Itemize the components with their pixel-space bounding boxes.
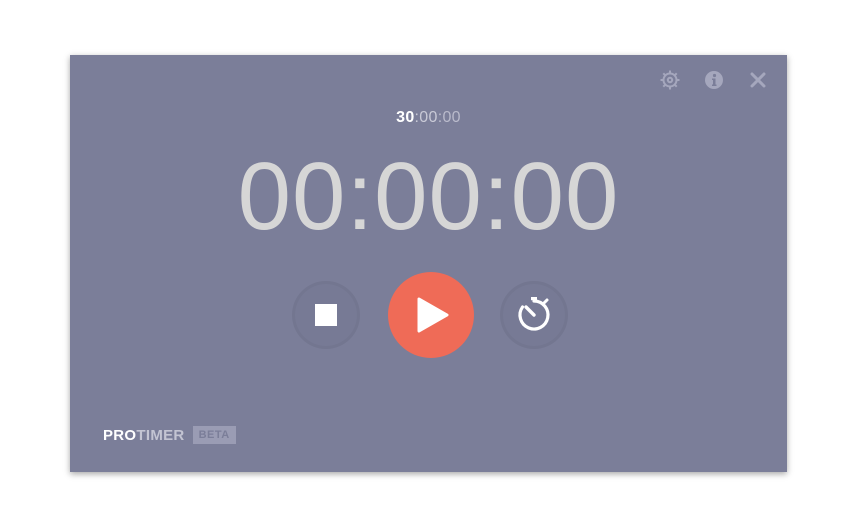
timer-window: 30:00:00 00:00:00 PROTIMER BETA bbox=[70, 55, 787, 472]
preset-duration[interactable]: 30:00:00 bbox=[70, 109, 787, 127]
timer-controls bbox=[70, 272, 787, 358]
stop-icon bbox=[315, 304, 337, 326]
info-icon bbox=[705, 71, 723, 89]
info-button[interactable] bbox=[703, 69, 725, 91]
clock-display: 00:00:00 bbox=[237, 143, 620, 250]
stopwatch-button[interactable] bbox=[503, 284, 565, 346]
brand-name: PROTIMER bbox=[103, 427, 185, 444]
brand-timer: TIMER bbox=[136, 426, 185, 444]
settings-button[interactable] bbox=[659, 69, 681, 91]
stopwatch-icon bbox=[518, 297, 550, 331]
brand-pro: PRO bbox=[103, 426, 137, 444]
brand-logo: PROTIMER BETA bbox=[103, 426, 236, 444]
preset-seconds: :00 bbox=[437, 109, 461, 126]
close-button[interactable] bbox=[747, 69, 769, 91]
play-button[interactable] bbox=[388, 272, 474, 358]
preset-hours: 30 bbox=[396, 109, 415, 126]
preset-minutes: :00 bbox=[414, 109, 438, 126]
window-toolbar bbox=[659, 69, 769, 91]
beta-badge: BETA bbox=[192, 426, 236, 444]
stop-button[interactable] bbox=[295, 284, 357, 346]
gear-icon bbox=[660, 70, 680, 90]
play-icon bbox=[417, 297, 449, 333]
close-icon bbox=[750, 72, 766, 88]
